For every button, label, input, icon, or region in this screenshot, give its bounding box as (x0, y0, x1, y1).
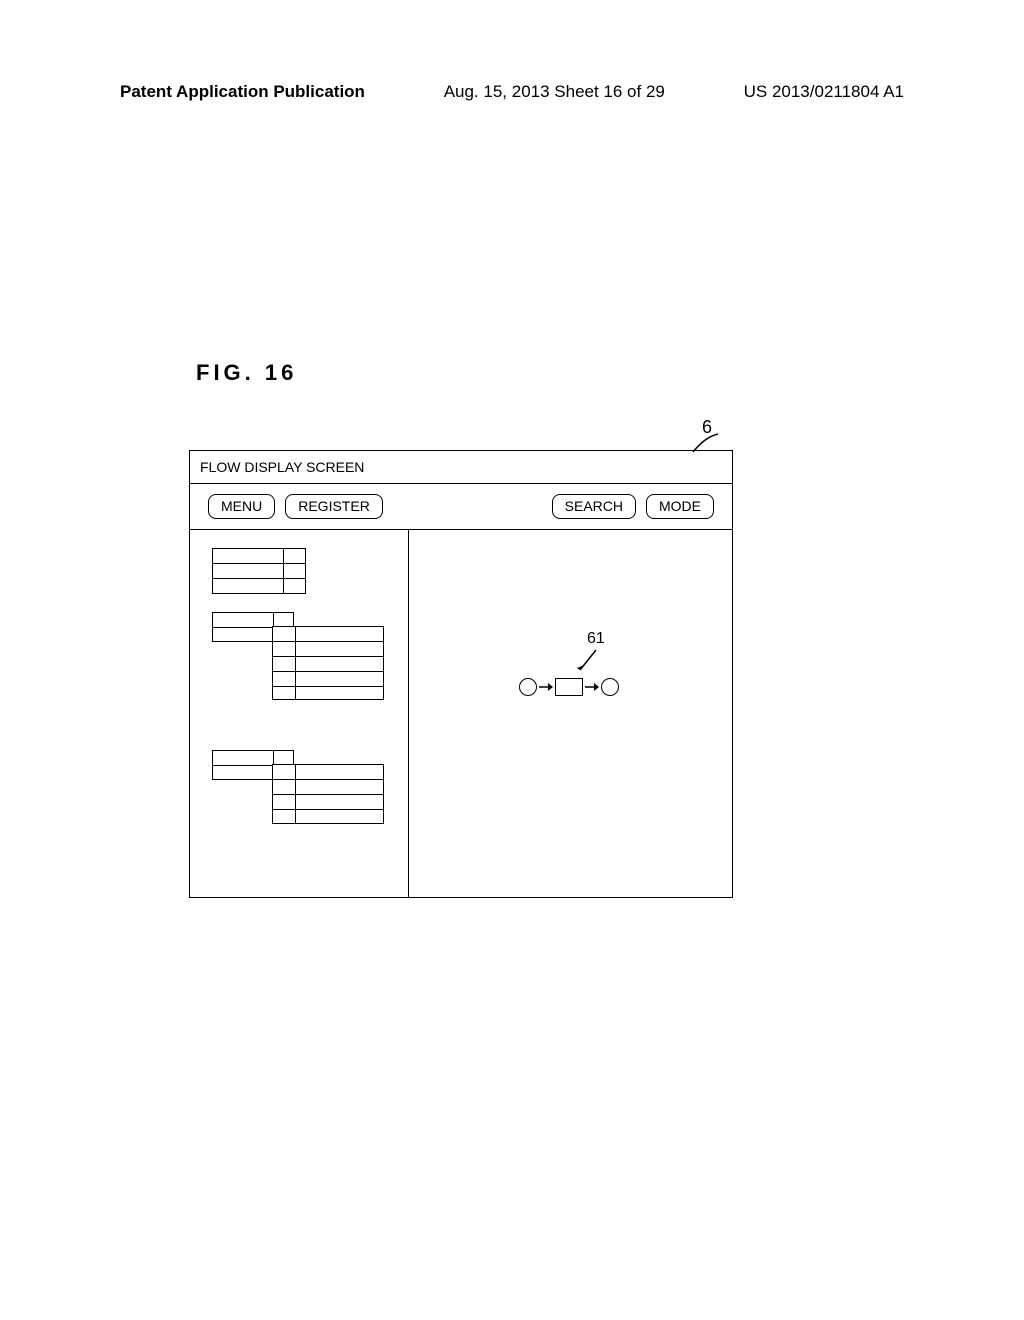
page-header: Patent Application Publication Aug. 15, … (0, 82, 1024, 102)
tree-block (212, 548, 306, 594)
right-pane: 61 (409, 530, 732, 898)
figure-label: FIG. 16 (196, 360, 297, 386)
flow-diagram (519, 678, 619, 696)
window-body: 61 (190, 530, 732, 898)
search-button[interactable]: SEARCH (552, 494, 636, 519)
flow-process-node-icon (555, 678, 583, 696)
flow-start-node-icon (519, 678, 537, 696)
tree-block (272, 626, 384, 700)
toolbar: MENU REGISTER SEARCH MODE (190, 484, 732, 530)
window-title-bar: FLOW DISPLAY SCREEN (190, 451, 732, 484)
flow-end-node-icon (601, 678, 619, 696)
toolbar-right-group: SEARCH MODE (552, 494, 714, 519)
header-right: US 2013/0211804 A1 (744, 82, 904, 102)
ref-num-61: 61 (587, 630, 605, 648)
menu-button[interactable]: MENU (208, 494, 275, 519)
arrow-right-icon (585, 682, 599, 692)
mode-button[interactable]: MODE (646, 494, 714, 519)
flow-display-window: FLOW DISPLAY SCREEN MENU REGISTER SEARCH… (189, 450, 733, 898)
register-button[interactable]: REGISTER (285, 494, 383, 519)
header-center: Aug. 15, 2013 Sheet 16 of 29 (444, 82, 665, 102)
tree-block (272, 764, 384, 824)
leader-line-61-icon (574, 648, 604, 678)
left-pane (190, 530, 409, 898)
toolbar-left-group: MENU REGISTER (208, 494, 383, 519)
arrow-right-icon (539, 682, 553, 692)
header-left: Patent Application Publication (120, 82, 365, 102)
window-title: FLOW DISPLAY SCREEN (200, 459, 364, 475)
